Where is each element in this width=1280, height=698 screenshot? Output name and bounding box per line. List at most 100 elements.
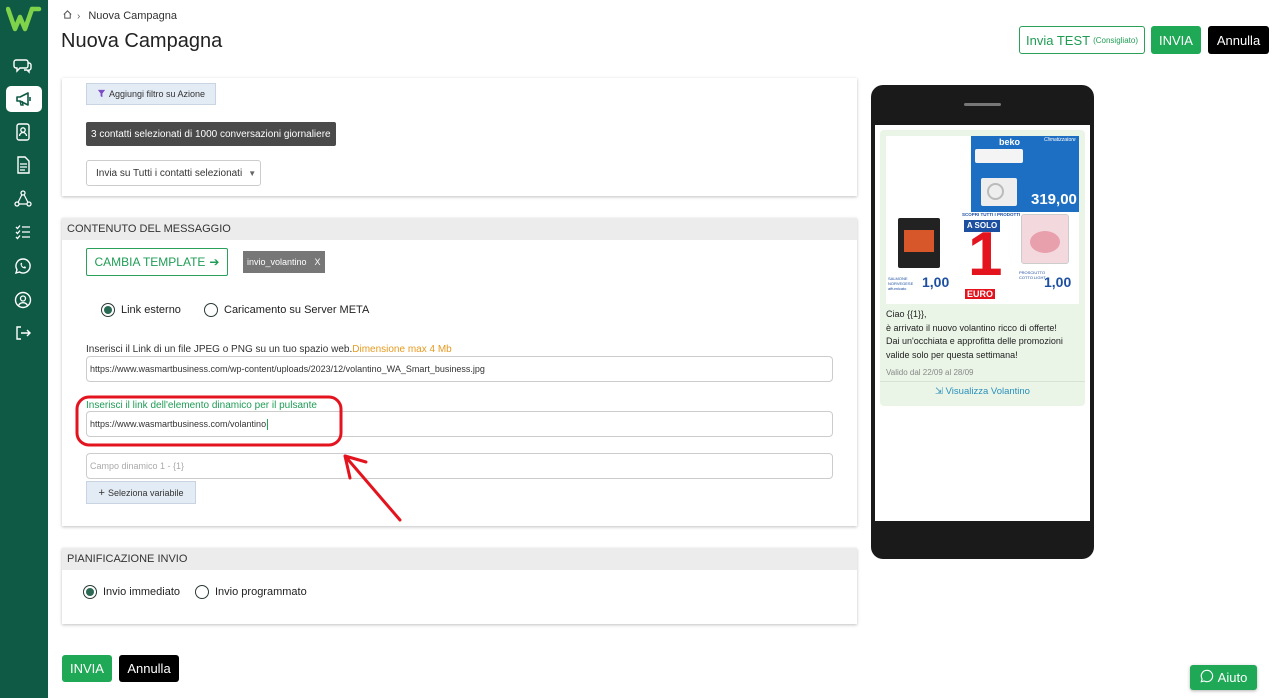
image-link-label-text: Inserisci il Link di un file JPEG o PNG …: [86, 344, 353, 355]
send-scope-value: Invia su Tutti i contatti selezionati: [96, 167, 243, 179]
section-title-content: CONTENUTO DEL MESSAGGIO: [62, 218, 857, 240]
flyer-salmon-slice: [904, 230, 934, 252]
filters-card: Aggiungi filtro su Azione 3 contatti sel…: [62, 78, 857, 196]
radio-scheduled[interactable]: Invio programmato: [195, 585, 307, 599]
cancel-button[interactable]: Annulla: [1208, 26, 1269, 54]
dynamic-link-label: Inserisci il link dell'elemento dinamico…: [86, 400, 317, 411]
message-text: Ciao {{1}}, è arrivato il nuovo volantin…: [886, 308, 1081, 362]
image-link-input[interactable]: https://www.wasmartbusiness.com/wp-conte…: [86, 356, 833, 382]
flyer-fan: [987, 183, 1004, 200]
message-content-card: CONTENUTO DEL MESSAGGIO CAMBIA TEMPLATE …: [62, 218, 857, 526]
footer-send-button[interactable]: INVIA: [62, 655, 112, 682]
flyer-ham-slice: [1030, 231, 1060, 253]
radio-selected-icon: [101, 303, 115, 317]
flyer-promo-one: 1: [968, 220, 1003, 289]
contacts-book-icon[interactable]: [10, 119, 36, 145]
image-link-label: Inserisci il Link di un file JPEG o PNG …: [86, 344, 452, 355]
phone-screen: beko Climatizzatore 319,00 SALMONE NORVE…: [875, 125, 1090, 521]
schedule-card: PIANIFICAZIONE INVIO Invio immediato Inv…: [62, 548, 857, 624]
chevron-right-icon: ›: [77, 10, 81, 22]
dynamic-link-input[interactable]: https://www.wasmartbusiness.com/volantin…: [86, 411, 833, 437]
selected-contacts-badge: 3 contatti selezionati di 1000 conversaz…: [86, 122, 336, 146]
app-logo[interactable]: [5, 6, 42, 32]
text-cursor: [267, 418, 269, 430]
message-line: Ciao {{1}},: [886, 309, 927, 319]
radio-selected-icon: [83, 585, 97, 599]
add-filter-label: Aggiungi filtro su Azione: [108, 89, 206, 99]
send-test-label: Invia TEST: [1026, 32, 1091, 48]
send-scope-select[interactable]: Invia su Tutti i contatti selezionati ▼: [86, 160, 261, 186]
dynamic-field-input[interactable]: Campo dinamico 1 - {1}: [86, 453, 833, 479]
footer-cancel-button[interactable]: Annulla: [119, 655, 179, 682]
flow-icon[interactable]: [10, 186, 36, 212]
whatsapp-icon[interactable]: [10, 253, 36, 279]
radio-unselected-icon: [195, 585, 209, 599]
flyer-price-right: 1,00: [1044, 274, 1072, 290]
flyer-ac-outdoor: [981, 178, 1017, 206]
message-line: Dai un'occhiata e approfitta delle promo…: [886, 336, 1063, 346]
document-icon[interactable]: [10, 152, 36, 178]
remove-template-icon[interactable]: X: [315, 257, 321, 267]
radio-external-label: Link esterno: [121, 304, 181, 316]
flyer-ac-unit: [975, 149, 1023, 163]
flyer-price-left: 1,00: [922, 274, 950, 290]
send-test-hint: (Consigliato): [1093, 35, 1138, 45]
whatsapp-icon: [1200, 669, 1214, 686]
external-link-icon: ⇲: [935, 386, 943, 397]
logout-icon[interactable]: [10, 320, 36, 346]
flyer-ac-block: beko Climatizzatore 319,00: [971, 136, 1079, 212]
chat-icon[interactable]: [10, 52, 36, 78]
radio-meta-label: Caricamento su Server META: [224, 304, 370, 316]
page-title: Nuova Campagna: [61, 30, 223, 52]
radio-immediate-label: Invio immediato: [103, 586, 181, 598]
flyer-header: Climatizzatore: [1044, 137, 1076, 143]
caret-down-icon: ▼: [248, 168, 257, 178]
view-flyer-label: Visualizza Volantino: [945, 386, 1030, 397]
add-filter-button[interactable]: Aggiungi filtro su Azione: [86, 83, 216, 105]
home-icon[interactable]: [62, 9, 73, 23]
template-chip-label: invio_volantino: [247, 257, 307, 267]
radio-external-link[interactable]: Link esterno: [101, 303, 181, 317]
message-divider: [880, 381, 1085, 382]
checklist-icon[interactable]: [10, 219, 36, 245]
select-variable-button[interactable]: + Seleziona variabile: [86, 481, 196, 504]
flyer-ham-pack: [1021, 214, 1069, 264]
section-title-schedule: PIANIFICAZIONE INVIO: [62, 548, 857, 570]
megaphone-icon[interactable]: [6, 86, 42, 112]
message-validity: Valido dal 22/09 al 28/09: [886, 368, 974, 377]
sidebar: [0, 0, 48, 698]
help-button[interactable]: Aiuto: [1190, 665, 1257, 690]
phone-speaker: [964, 103, 1001, 106]
flyer-promo-euro: EURO: [965, 289, 996, 299]
flyer-image: beko Climatizzatore 319,00 SALMONE NORVE…: [886, 136, 1079, 304]
dynamic-link-value: https://www.wasmartbusiness.com/volantin…: [90, 419, 267, 429]
view-flyer-link[interactable]: ⇲ Visualizza Volantino: [880, 386, 1085, 397]
help-label: Aiuto: [1217, 670, 1248, 685]
radio-unselected-icon: [204, 303, 218, 317]
radio-immediate[interactable]: Invio immediato: [83, 585, 180, 599]
radio-scheduled-label: Invio programmato: [215, 586, 307, 598]
plus-icon: +: [98, 486, 105, 499]
arrow-right-icon: ➔: [209, 255, 220, 269]
size-hint: Dimensione max 4 Mb: [352, 344, 452, 355]
change-template-button[interactable]: CAMBIA TEMPLATE ➔: [86, 248, 228, 276]
filter-icon: [97, 89, 106, 100]
user-profile-icon[interactable]: [10, 287, 36, 313]
phone-preview: beko Climatizzatore 319,00 SALMONE NORVE…: [871, 85, 1094, 559]
message-line: è arrivato il nuovo volantino ricco di o…: [886, 322, 1057, 333]
send-test-button[interactable]: Invia TEST (Consigliato): [1019, 26, 1145, 54]
flyer-salmon-pack: [898, 218, 940, 268]
send-button[interactable]: INVIA: [1151, 26, 1201, 54]
breadcrumb: › Nuova Campagna: [62, 9, 177, 23]
breadcrumb-current: Nuova Campagna: [88, 10, 178, 22]
flyer-left-caption: SALMONE NORVEGESE affumicato: [888, 276, 914, 291]
template-chip: invio_volantino X: [243, 251, 325, 273]
flyer-price-main: 319,00: [1031, 191, 1077, 208]
change-template-label: CAMBIA TEMPLATE: [94, 255, 206, 269]
message-bubble: beko Climatizzatore 319,00 SALMONE NORVE…: [880, 130, 1085, 406]
flyer-brand: beko: [999, 137, 1021, 147]
select-variable-label: Seleziona variabile: [107, 487, 184, 498]
radio-meta-upload[interactable]: Caricamento su Server META: [204, 303, 369, 317]
flyer-promo-top: SCOPRI TUTTI I PRODOTTI: [962, 212, 1021, 217]
message-line: valide solo per questa settimana!: [886, 349, 1018, 360]
